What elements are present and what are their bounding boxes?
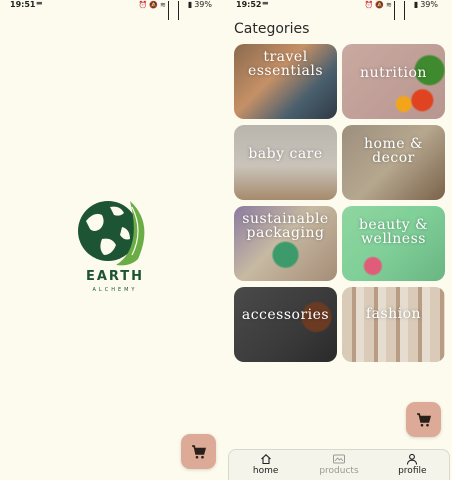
- status-time: 19:52: [236, 0, 262, 9]
- nav-label: home: [252, 466, 279, 476]
- notification-icon: ▬: [36, 0, 43, 7]
- signal-icon: [167, 1, 176, 20]
- category-image: [342, 44, 445, 119]
- signal-icon-2: [177, 1, 186, 20]
- nav-home[interactable]: home: [229, 450, 302, 480]
- profile-icon: [407, 453, 418, 465]
- nav-products[interactable]: products: [302, 450, 375, 480]
- category-card-fashion[interactable]: fashion: [342, 287, 445, 362]
- nav-profile[interactable]: profile: [376, 450, 449, 480]
- category-label: fashion: [365, 306, 422, 322]
- cart-icon: [416, 412, 431, 426]
- category-label: baby care: [248, 146, 323, 162]
- status-icons: ⏰ 🔕 ≋ ▮ 39%: [364, 0, 438, 20]
- category-image: [234, 125, 337, 200]
- category-label: nutrition: [360, 65, 427, 81]
- category-label: travel essentials: [247, 49, 324, 79]
- battery-icon: ▮: [413, 0, 419, 9]
- status-icons: ⏰ 🔕 ≋ ▮ 39%: [138, 0, 212, 20]
- notification-icon: ▬: [262, 0, 269, 7]
- signal-icon-2: [403, 1, 412, 20]
- page-title: Categories: [234, 21, 310, 37]
- battery-icon: ▮: [187, 0, 193, 9]
- status-bar: 19:51 ▬ ⏰ 🔕 ≋ ▮ 39%: [0, 0, 226, 20]
- battery-percent: 39%: [420, 0, 438, 9]
- category-label: home & decor: [364, 136, 423, 166]
- bottom-nav: home products profile: [228, 449, 450, 480]
- nav-label: products: [319, 466, 359, 476]
- category-card-nutrition[interactable]: nutrition: [342, 44, 445, 119]
- alarm-icon: ⏰: [138, 0, 148, 9]
- status-bar: 19:52 ▬ ⏰ 🔕 ≋ ▮ 39%: [226, 0, 452, 20]
- category-image: [342, 287, 445, 362]
- category-card-beauty-wellness[interactable]: beauty & wellness: [342, 206, 445, 281]
- brand-name: EARTH: [85, 269, 145, 284]
- cart-button[interactable]: [181, 434, 216, 469]
- category-card-baby-care[interactable]: baby care: [234, 125, 337, 200]
- wifi-icon: ≋: [385, 0, 392, 9]
- mute-icon: 🔕: [375, 0, 384, 9]
- mute-icon: 🔕: [149, 0, 158, 9]
- splash-screen: 19:51 ▬ ⏰ 🔕 ≋ ▮ 39% EARTH ALCHEMY: [0, 0, 226, 480]
- brand-tagline: ALCHEMY: [92, 287, 138, 293]
- alarm-icon: ⏰: [364, 0, 374, 9]
- nav-label: profile: [398, 466, 427, 476]
- category-card-travel-essentials[interactable]: travel essentials: [234, 44, 337, 119]
- home-icon: [260, 454, 271, 465]
- battery-percent: 39%: [194, 0, 212, 9]
- cart-icon: [191, 444, 206, 458]
- category-label: accessories: [241, 307, 330, 323]
- status-time: 19:51: [10, 0, 36, 9]
- category-label: sustainable packaging: [242, 211, 329, 241]
- category-label: beauty & wellness: [358, 217, 429, 247]
- category-card-home-decor[interactable]: home & decor: [342, 125, 445, 200]
- cart-button[interactable]: [406, 402, 441, 437]
- products-icon: [332, 454, 345, 464]
- signal-icon: [393, 1, 402, 20]
- wifi-icon: ≋: [159, 0, 166, 9]
- category-card-accessories[interactable]: accessories: [234, 287, 337, 362]
- categories-screen: 19:52 ▬ ⏰ 🔕 ≋ ▮ 39% Categories travel es…: [226, 0, 452, 480]
- category-image: [234, 287, 337, 362]
- category-card-sustainable-packaging[interactable]: sustainable packaging: [234, 206, 337, 281]
